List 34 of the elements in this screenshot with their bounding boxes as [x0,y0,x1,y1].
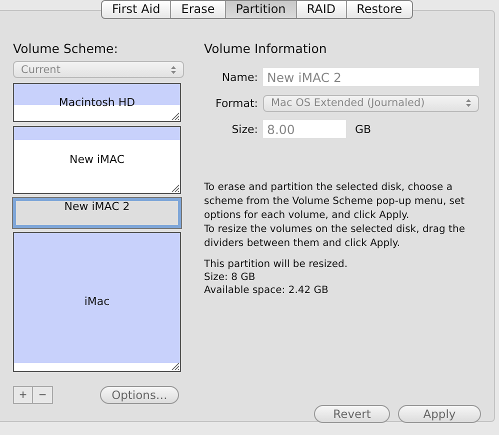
name-label: Name: [220,70,258,84]
volume-name: iMac [84,296,110,308]
action-button[interactable]: Revert [314,405,390,423]
action-button[interactable]: Apply [398,405,481,423]
volume-block[interactable]: Macintosh HD [13,83,181,122]
remove-button[interactable]: − [33,387,52,403]
status-text: This partition will be resized. [204,258,349,271]
tab[interactable]: RAID [296,1,347,18]
instruction-text: To erase and partition the selected disk, choose a scheme from the Volume Scheme pop-up menu, set options for each volume, and click Apply. [204,181,466,223]
volume-name: New iMAC 2 [64,201,130,213]
tab[interactable]: Restore [346,1,412,18]
volume-name: Macintosh HD [58,96,136,108]
volume-block[interactable]: New iMAC 2 [13,198,181,228]
instruction-text: To resize the volumes on the selected disk, drag the dividers between them and click Apply. [204,223,466,251]
resize-grip-icon[interactable] [171,362,179,370]
volume-block[interactable]: New iMAC [13,126,181,194]
status-text: Size: 8 GB [204,271,256,284]
section-heading: Volume Scheme: [13,41,119,56]
size-label: Size: [230,122,258,136]
resize-grip-icon[interactable] [171,184,179,192]
tab[interactable]: Partition [226,1,297,18]
name-field[interactable]: New iMAC 2 [263,68,479,86]
size-field[interactable]: 8.00 [263,120,346,138]
add-button[interactable]: + [14,387,33,403]
section-heading: Volume Information [204,41,328,56]
options-button[interactable]: Options… [100,386,179,404]
resize-grip-icon[interactable] [171,112,179,120]
format-label: Format: [214,96,258,110]
stepper-arrows-icon [170,64,177,74]
volume-block[interactable]: iMac [13,232,181,372]
stepper-arrows-icon [465,98,472,108]
volume-name: New iMAC [69,154,125,166]
status-text: Available space: 2.42 GB [204,284,330,297]
size-unit: GB [355,122,372,136]
